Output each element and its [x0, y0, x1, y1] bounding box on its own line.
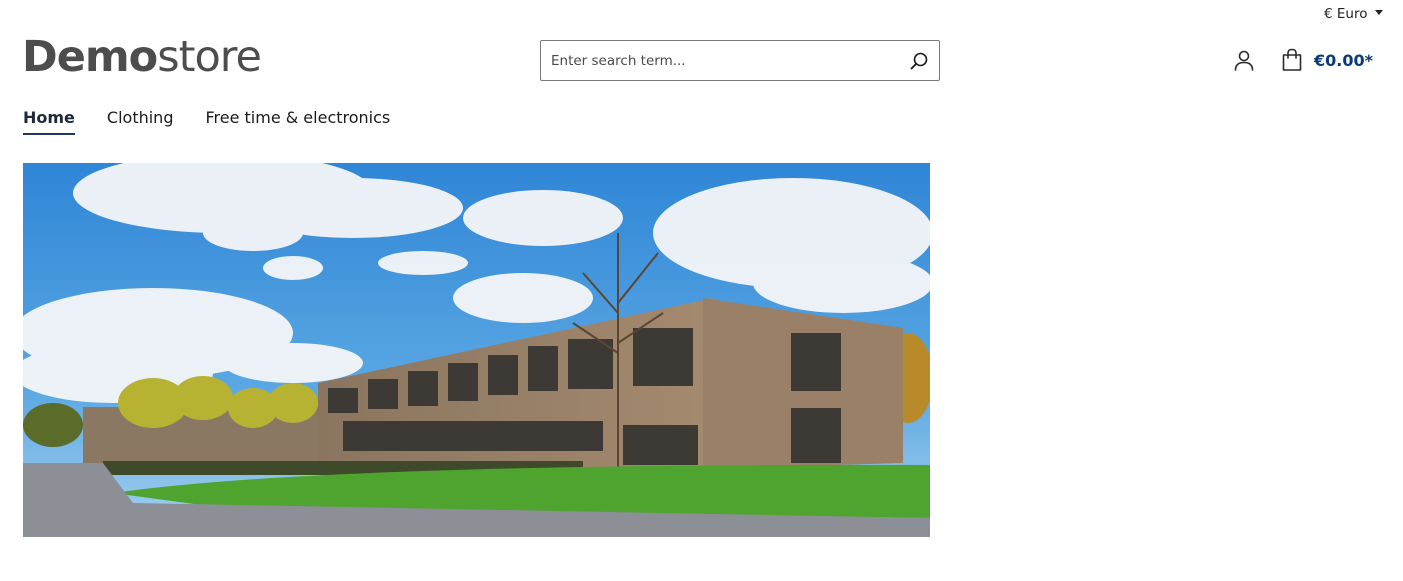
nav-item-free-time-electronics[interactable]: Free time & electronics	[205, 108, 390, 133]
currency-label: € Euro	[1324, 6, 1368, 22]
main-navigation: Home Clothing Free time & electronics	[23, 108, 390, 135]
logo-light-text: store	[157, 32, 262, 82]
nav-item-home[interactable]: Home	[23, 108, 75, 135]
logo-bold-text: Demo	[22, 32, 158, 82]
cart-button[interactable]: €0.00*	[1280, 48, 1373, 72]
currency-selector[interactable]: € Euro	[1324, 6, 1384, 22]
account-button[interactable]	[1232, 48, 1256, 72]
caret-down-icon	[1375, 10, 1384, 15]
search-bar	[540, 40, 940, 81]
hero-image	[23, 163, 930, 537]
shopping-bag-icon	[1282, 48, 1302, 71]
user-icon	[1234, 50, 1254, 71]
search-button[interactable]	[899, 41, 939, 80]
cart-total: €0.00*	[1314, 50, 1373, 70]
search-icon	[910, 52, 928, 69]
search-input[interactable]	[541, 41, 899, 80]
nav-item-clothing[interactable]: Clothing	[107, 108, 174, 133]
store-logo[interactable]: Demostore	[22, 32, 262, 82]
